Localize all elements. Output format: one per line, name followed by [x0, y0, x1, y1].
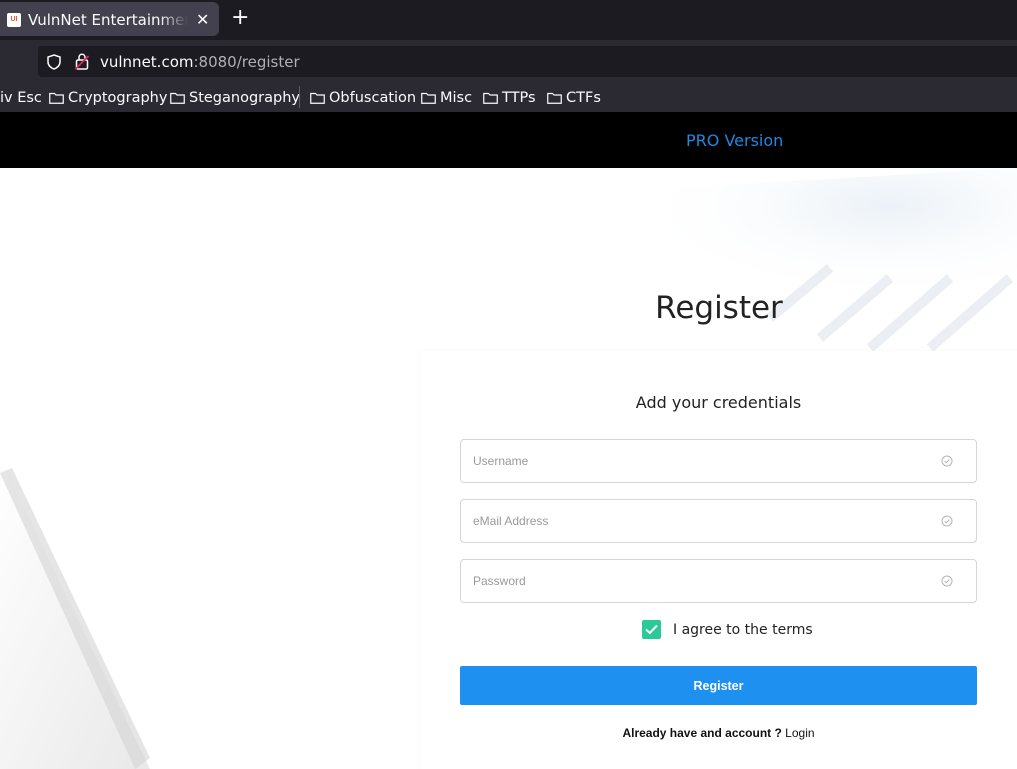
bookmark-label: Misc [440, 90, 473, 106]
check-circle-icon [941, 515, 953, 527]
login-prompt: Already have and account ? Login [460, 726, 977, 740]
card-subtitle: Add your credentials [635, 393, 802, 412]
folder-icon [170, 92, 185, 104]
bookmark-misc[interactable]: Misc [421, 88, 472, 108]
folder-icon [49, 92, 64, 104]
tab-bar: UI VulnNet Entertainment - Register ✕ + [0, 0, 1017, 40]
register-card: Add your credentials I agree to the term… [420, 351, 1017, 769]
folder-icon [483, 92, 498, 104]
bookmark-label: iv Esc [0, 90, 42, 106]
bookmark-label: TTPs [502, 90, 536, 106]
password-field [460, 559, 977, 603]
bookmark-steganography[interactable]: Steganography [170, 88, 300, 108]
register-button[interactable]: Register [460, 666, 977, 705]
bookmark-privesc[interactable]: iv Esc [0, 88, 42, 108]
tab-title: VulnNet Entertainment - Register [28, 11, 188, 29]
bookmark-ctfs[interactable]: CTFs [547, 88, 601, 108]
bookmark-ttps[interactable]: TTPs [483, 88, 536, 108]
terms-row: I agree to the terms [642, 620, 813, 639]
username-input[interactable] [461, 440, 976, 482]
bookmark-label: Cryptography [68, 90, 168, 106]
bookmark-label: Steganography [189, 90, 300, 106]
url-host: vulnnet.com [100, 53, 194, 71]
register-page: Register Add your credentials I agree to… [0, 168, 1017, 769]
folder-icon [421, 92, 436, 104]
folder-icon [310, 92, 325, 104]
bookmark-cryptography[interactable]: Cryptography [49, 88, 167, 108]
bookmarks-separator [299, 86, 300, 108]
login-link[interactable]: Login [785, 726, 814, 740]
browser-tab[interactable]: UI VulnNet Entertainment - Register ✕ [0, 2, 219, 36]
email-input[interactable] [461, 500, 976, 542]
terms-label[interactable]: I agree to the terms [673, 622, 813, 638]
site-favicon-icon: UI [7, 13, 21, 27]
terms-checkbox[interactable] [642, 620, 661, 639]
shield-icon[interactable] [47, 54, 61, 70]
address-bar[interactable]: vulnnet.com:8080/register [38, 46, 1017, 77]
check-circle-icon [941, 455, 953, 467]
bookmark-obfuscation[interactable]: Obfuscation [310, 88, 416, 108]
password-input[interactable] [461, 560, 976, 602]
nav-bar: vulnnet.com:8080/register [0, 40, 1017, 82]
new-tab-icon[interactable]: + [231, 5, 249, 30]
account-prompt-text: Already have and account ? [622, 726, 782, 740]
email-field [460, 499, 977, 543]
url-text[interactable]: vulnnet.com:8080/register [100, 53, 300, 71]
close-tab-icon[interactable]: ✕ [196, 10, 209, 29]
bookmark-label: CTFs [566, 90, 601, 106]
bookmarks-toolbar: iv Esc Cryptography Steganography Obfusc… [0, 82, 1017, 112]
page-title: Register [655, 290, 783, 326]
bookmark-label: Obfuscation [329, 90, 417, 106]
insecure-lock-icon[interactable] [75, 53, 89, 70]
site-header: PRO Version [0, 112, 1017, 168]
check-circle-icon [941, 575, 953, 587]
url-path: :8080/register [193, 53, 300, 71]
folder-icon [547, 92, 562, 104]
username-field [460, 439, 977, 483]
checkmark-icon [645, 624, 658, 635]
pro-version-link[interactable]: PRO Version [686, 131, 783, 150]
